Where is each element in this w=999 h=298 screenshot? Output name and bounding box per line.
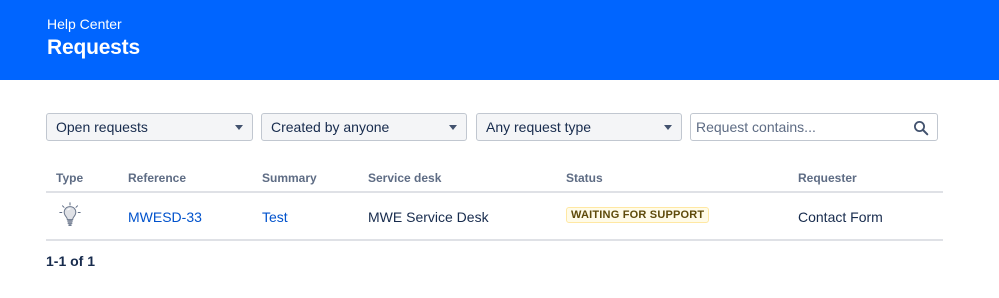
column-header-status: Status <box>566 171 603 185</box>
status-filter-select[interactable]: Open requests <box>46 113 253 141</box>
search-icon[interactable] <box>913 120 929 136</box>
column-header-requester: Requester <box>798 171 857 185</box>
table-header: Type Reference Summary Service desk Stat… <box>46 160 943 193</box>
chevron-down-icon <box>449 125 457 130</box>
search-box <box>690 113 938 141</box>
request-type-filter-value: Any request type <box>486 119 592 135</box>
chevron-down-icon <box>235 125 243 130</box>
chevron-down-icon <box>664 125 672 130</box>
column-header-service-desk: Service desk <box>368 171 442 185</box>
creator-filter-value: Created by anyone <box>271 119 390 135</box>
column-header-summary: Summary <box>262 171 317 185</box>
creator-filter-select[interactable]: Created by anyone <box>261 113 467 141</box>
status-badge: WAITING FOR SUPPORT <box>566 207 710 223</box>
lightbulb-icon <box>59 202 81 226</box>
header-banner: Help Center Requests <box>0 0 999 80</box>
table-row[interactable]: MWESD-33 Test MWE Service Desk WAITING F… <box>46 193 943 241</box>
pagination-summary: 1-1 of 1 <box>46 253 96 269</box>
breadcrumb-help-center[interactable]: Help Center <box>47 16 122 32</box>
request-type-filter-select[interactable]: Any request type <box>476 113 682 141</box>
requester-name: Contact Form <box>798 209 883 225</box>
column-header-type: Type <box>56 171 84 185</box>
page-title: Requests <box>47 36 140 59</box>
search-input[interactable] <box>691 114 906 140</box>
filter-bar: Open requests Created by anyone Any requ… <box>0 113 999 141</box>
status-filter-value: Open requests <box>56 119 148 135</box>
service-desk-name: MWE Service Desk <box>368 209 489 225</box>
requests-table: Type Reference Summary Service desk Stat… <box>46 160 943 241</box>
request-reference-link[interactable]: MWESD-33 <box>128 209 202 225</box>
request-summary-link[interactable]: Test <box>262 209 288 225</box>
column-header-reference: Reference <box>128 171 187 185</box>
